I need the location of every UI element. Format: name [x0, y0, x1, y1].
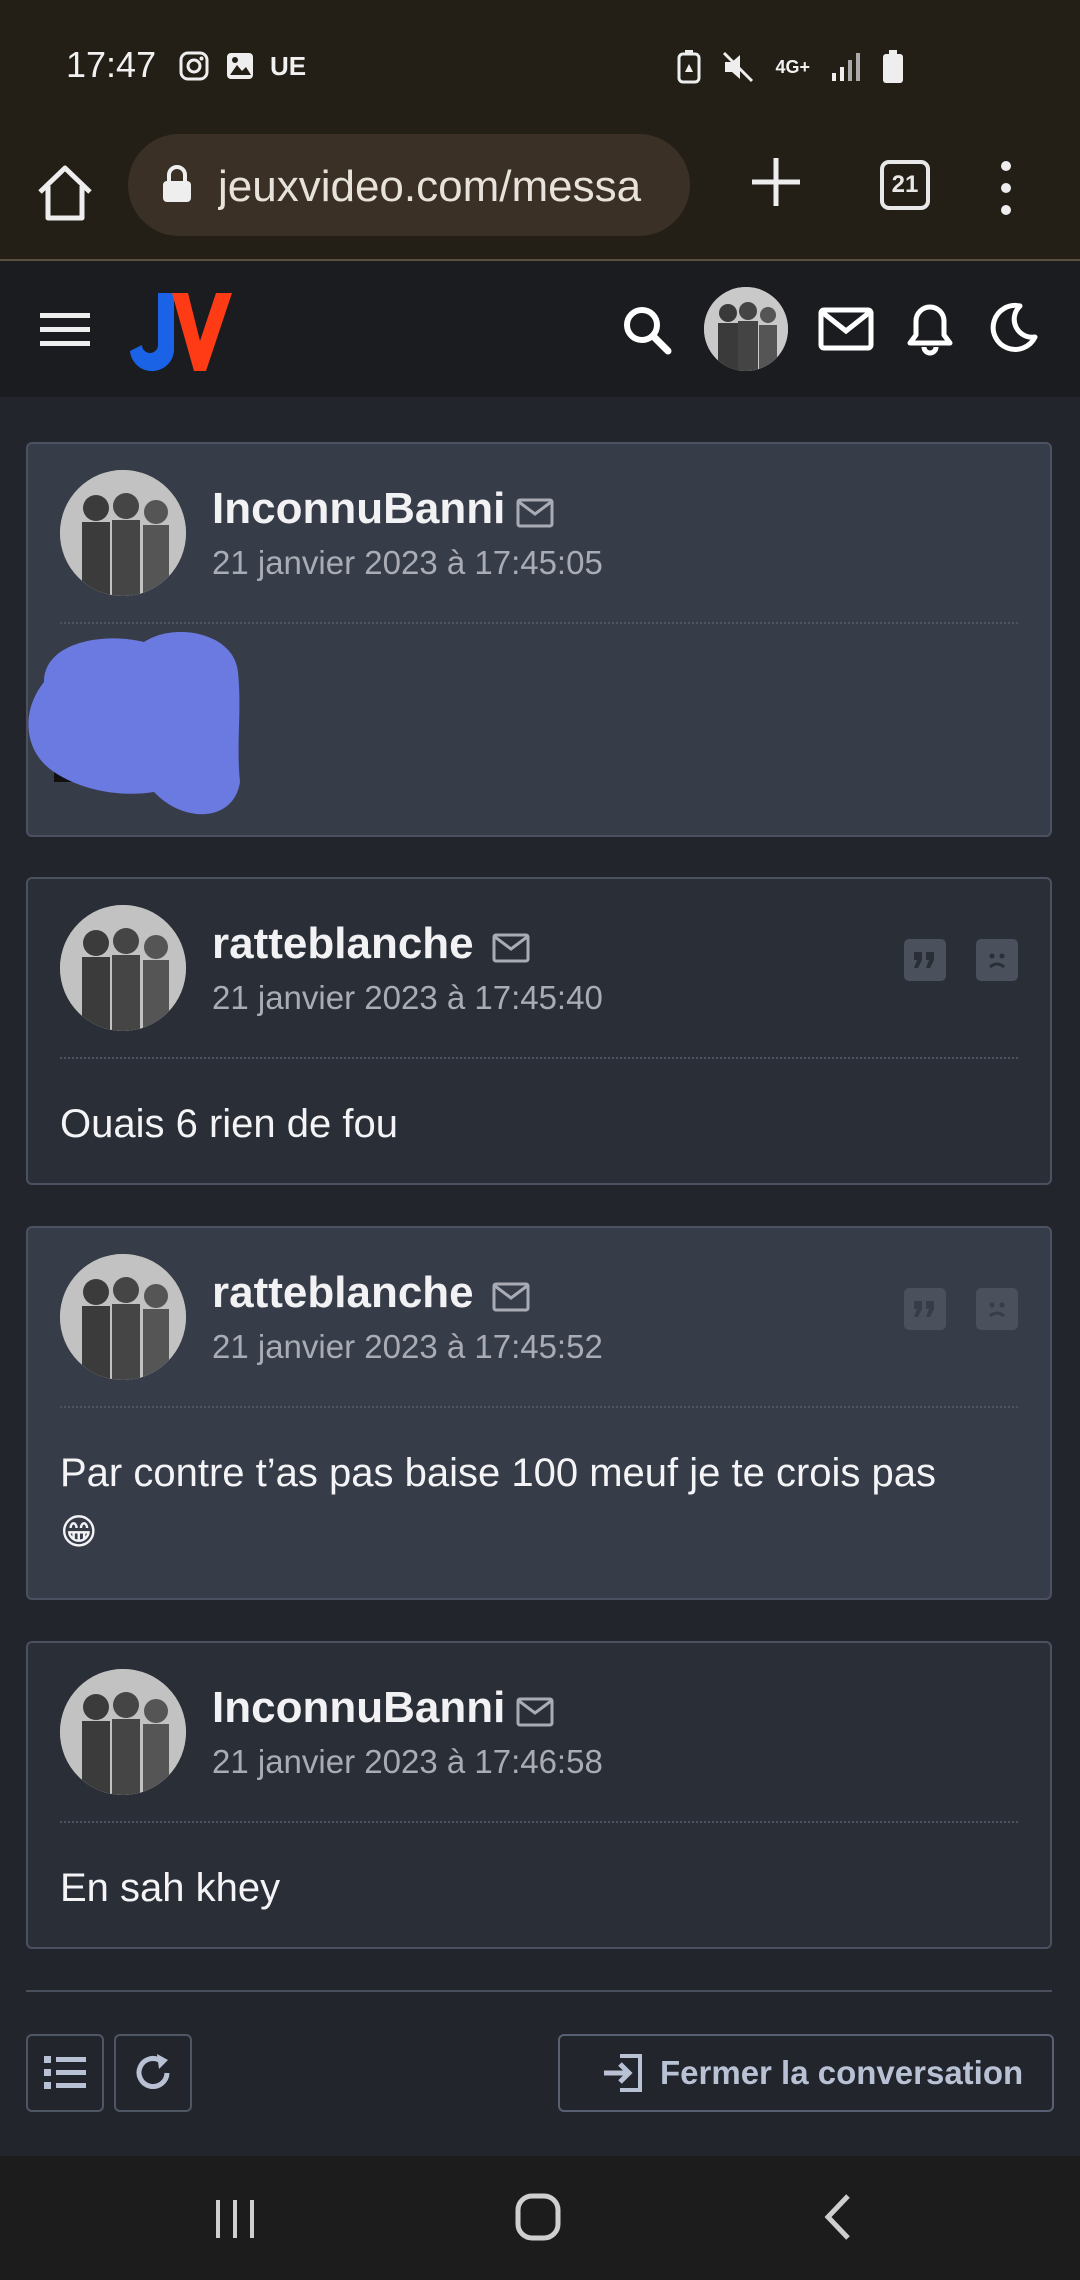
post-body: Par contre t’as pas baise 100 meuf je te…	[60, 1444, 1010, 1561]
menu-icon[interactable]	[40, 313, 90, 347]
mute-icon	[723, 51, 754, 83]
post-divider	[60, 1821, 1018, 1823]
author-avatar[interactable]	[60, 905, 186, 1031]
user-avatar[interactable]	[704, 287, 788, 371]
new-tab-icon[interactable]	[746, 152, 806, 212]
home-nav-icon[interactable]	[514, 2192, 562, 2242]
post-text: Par contre t’as pas baise 100 meuf je te…	[60, 1451, 937, 1495]
tab-count: 21	[891, 171, 919, 198]
post-divider	[60, 1057, 1018, 1059]
author-name[interactable]: InconnuBanni	[212, 1683, 505, 1733]
post-date: 21 janvier 2023 à 17:45:52	[212, 1328, 603, 1365]
carrier-tag: UE	[270, 50, 307, 81]
report-button[interactable]	[976, 1288, 1018, 1330]
mail-icon[interactable]	[516, 498, 554, 528]
post-body: Ouais 6 rien de fou	[60, 1102, 398, 1146]
message-post: ratteblanche 21 janvier 2023 à 17:45:52 …	[26, 1226, 1052, 1600]
address-bar[interactable]: jeuxvideo.com/messa	[128, 134, 690, 236]
more-options-icon[interactable]	[988, 158, 1024, 218]
status-time: 17:47	[66, 44, 157, 85]
post-date: 21 janvier 2023 à 17:45:05	[212, 544, 603, 581]
status-bar: 17:47 UE 4G+	[0, 0, 1080, 132]
signal-icon	[832, 53, 860, 81]
mail-icon[interactable]	[818, 307, 874, 351]
mail-icon[interactable]	[492, 933, 530, 963]
browser-toolbar: jeuxvideo.com/messa 21	[0, 132, 1080, 260]
battery-saver-icon	[677, 50, 701, 84]
jv-logo[interactable]	[124, 289, 236, 373]
back-icon[interactable]	[822, 2192, 852, 2242]
close-conversation-label: Fermer la conversation	[660, 2054, 1024, 2091]
laughing-emoji-icon: 😁	[60, 1511, 98, 1552]
message-post: InconnuBanni 21 janvier 2023 à 17:46:58 …	[26, 1641, 1052, 1949]
notification-bell-icon[interactable]	[904, 301, 956, 357]
quote-button[interactable]	[904, 939, 946, 981]
post-divider	[60, 1406, 1018, 1408]
system-nav-bar	[0, 2156, 1080, 2280]
close-conversation-button[interactable]: Fermer la conversation	[558, 2034, 1054, 2112]
lock-icon	[163, 165, 191, 202]
battery-icon	[883, 50, 903, 83]
redaction-blob	[28, 632, 240, 815]
search-icon[interactable]	[620, 303, 672, 355]
instagram-icon	[179, 51, 209, 81]
url-text: jeuxvideo.com/messa	[218, 162, 642, 211]
home-icon[interactable]	[30, 158, 100, 228]
author-avatar[interactable]	[60, 1669, 186, 1795]
author-avatar[interactable]	[60, 1254, 186, 1380]
exit-door-icon	[604, 2054, 642, 2092]
footer-divider	[26, 1990, 1052, 1992]
sad-face-icon	[989, 1302, 1005, 1318]
mail-icon[interactable]	[516, 1697, 554, 1727]
recent-apps-icon[interactable]	[212, 2196, 258, 2240]
quote-icon	[914, 1301, 934, 1317]
gallery-icon	[227, 53, 253, 79]
author-name[interactable]: ratteblanche	[212, 1268, 474, 1318]
refresh-icon	[136, 2054, 170, 2089]
post-date: 21 janvier 2023 à 17:45:40	[212, 979, 603, 1016]
sad-face-icon	[989, 953, 1005, 969]
tab-switcher-button[interactable]: 21	[880, 160, 930, 210]
list-icon	[44, 2056, 86, 2089]
mail-icon[interactable]	[492, 1282, 530, 1312]
quote-icon	[914, 952, 934, 968]
refresh-button[interactable]	[114, 2034, 192, 2112]
author-name[interactable]: InconnuBanni	[212, 484, 505, 534]
message-post: InconnuBanni 21 janvier 2023 à 17:45:05	[26, 442, 1052, 837]
message-list-button[interactable]	[26, 2034, 104, 2112]
author-avatar[interactable]	[60, 470, 186, 596]
report-button[interactable]	[976, 939, 1018, 981]
dark-mode-icon[interactable]	[988, 301, 1040, 353]
network-4g-icon: 4G+	[775, 57, 810, 77]
message-post: ratteblanche 21 janvier 2023 à 17:45:40 …	[26, 877, 1052, 1185]
quote-button[interactable]	[904, 1288, 946, 1330]
post-date: 21 janvier 2023 à 17:46:58	[212, 1743, 603, 1780]
site-header	[0, 261, 1080, 397]
post-body: En sah khey	[60, 1866, 281, 1910]
author-name[interactable]: ratteblanche	[212, 919, 474, 969]
